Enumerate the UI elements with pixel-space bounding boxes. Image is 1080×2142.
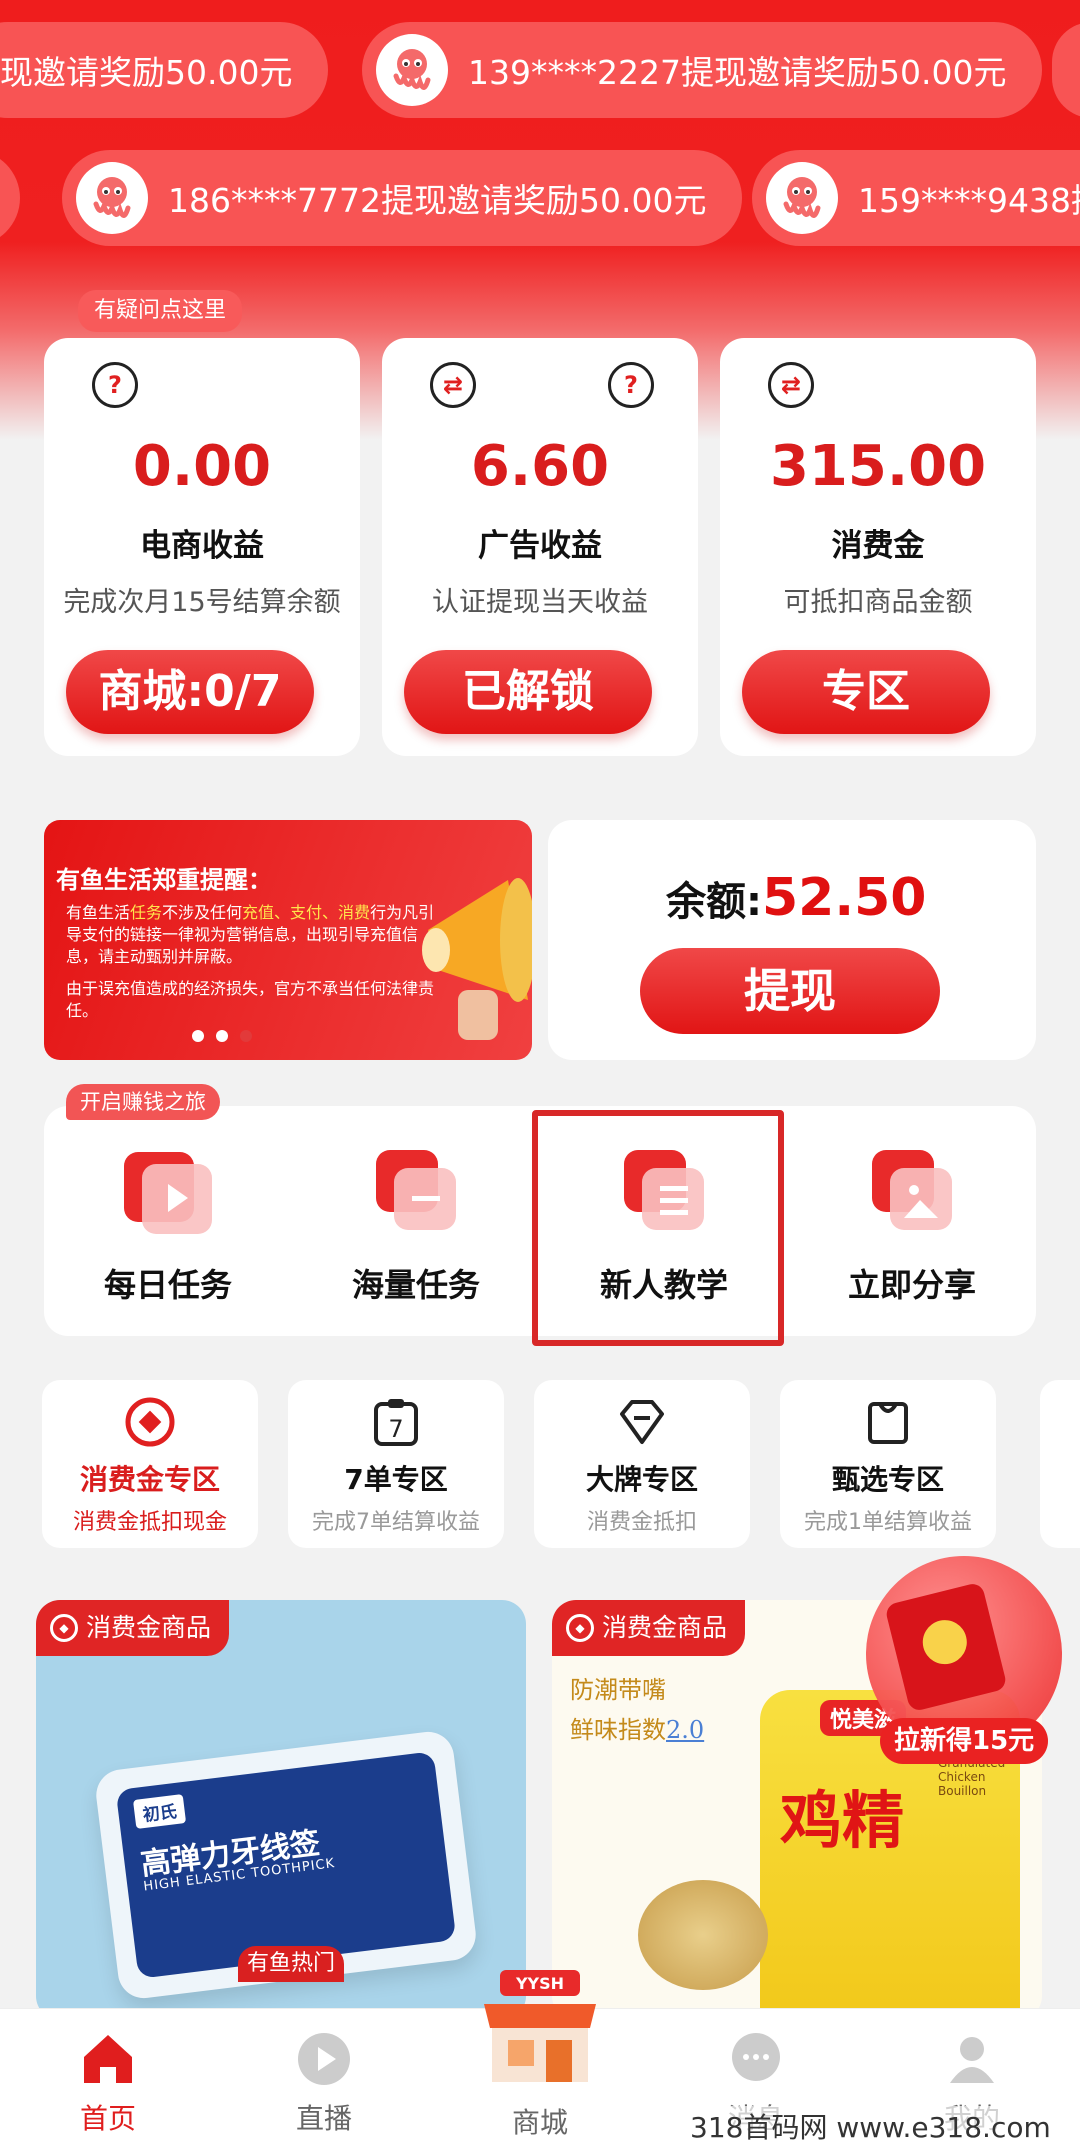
coin-icon: ◆ — [50, 1614, 78, 1642]
balance-card: 余额:52.50 提现 — [548, 820, 1036, 1060]
calendar-seven-icon: 7 — [370, 1396, 422, 1448]
balance-amount: 52.50 — [762, 868, 927, 928]
mall-storefront-icon[interactable]: YYSH — [474, 1964, 606, 2104]
product-brand: 初氏 — [132, 1794, 187, 1829]
ecommerce-earnings-card: ? 0.00 电商收益 完成次月15号结算余额 商城:0/7 — [44, 338, 360, 756]
zone-subtitle: 消费金抵扣现金 — [72, 1510, 227, 1535]
zone-consumption-gold[interactable]: 消费金专区 消费金抵扣现金 — [42, 1380, 258, 1548]
stat-title: 广告收益 — [478, 528, 602, 564]
coin-icon: ◆ — [566, 1614, 594, 1642]
image-icon — [868, 1146, 956, 1234]
question-icon[interactable]: ? — [608, 362, 654, 408]
tab-live[interactable]: 直播 — [254, 2029, 394, 2137]
hot-badge: 有鱼热门 — [238, 1946, 344, 1982]
tab-label: 商城 — [511, 2106, 568, 2139]
exchange-icon[interactable]: ⇄ — [768, 362, 814, 408]
mall-progress-button[interactable]: 商城:0/7 — [66, 650, 314, 734]
stat-subtitle: 可抵扣商品金额 — [783, 587, 973, 618]
zone-title: 甄选专区 — [831, 1463, 944, 1496]
product-name: 鸡精 — [780, 1784, 905, 1857]
stat-subtitle: 认证提现当天收益 — [432, 587, 648, 618]
ticker-text: 现邀请奖励50.00元 — [0, 53, 293, 92]
zone-subtitle: 完成1单结算收益 — [804, 1510, 972, 1535]
zone-big-brand[interactable]: 大牌专区 消费金抵扣 — [534, 1380, 750, 1548]
question-icon[interactable]: ? — [92, 362, 138, 408]
zone-subtitle: 完成7单结算收益 — [312, 1510, 480, 1535]
carousel-dot[interactable] — [216, 1030, 228, 1042]
notice-body: 有鱼生活任务不涉及任何充值、支付、消费行为凡引导支付的链接一律视为营销信息，出现… — [66, 903, 435, 1020]
ticker-item: 139****2227提现邀请奖励50.00元 — [362, 22, 1043, 118]
zone-seven-orders[interactable]: 7 7单专区 完成7单结算收益 — [288, 1380, 504, 1548]
megaphone-icon — [422, 878, 532, 1040]
home-icon — [78, 2029, 138, 2089]
ticker-item — [0, 150, 20, 246]
tab-home[interactable]: 首页 — [38, 2029, 178, 2137]
tab-label: 直播 — [295, 2102, 352, 2135]
svg-text:7: 7 — [388, 1415, 403, 1443]
highlight-annotation-box — [532, 1110, 784, 1346]
product-tag: ◆ 消费金商品 — [552, 1600, 746, 1656]
list-icon — [372, 1146, 460, 1234]
zone-next-partial[interactable] — [1040, 1380, 1080, 1548]
invite-ticker-row-1: 现邀请奖励50.00元 139****2227提现邀请奖励50.00元 — [0, 22, 1080, 118]
gift-label[interactable]: 拉新得15元 — [880, 1718, 1049, 1764]
stat-title: 消费金 — [831, 528, 925, 564]
octopus-avatar-icon — [376, 34, 448, 106]
octopus-avatar-icon — [76, 162, 148, 234]
site-watermark: 318首码网 www.e318.com — [690, 2106, 1051, 2142]
withdraw-button[interactable]: 提现 — [640, 948, 940, 1034]
consumption-gold-card: ⇄ 315.00 消费金 可抵扣商品金额 专区 — [720, 338, 1036, 756]
ad-earnings-card: ⇄ ? 6.60 广告收益 认证提现当天收益 已解锁 — [382, 338, 698, 756]
play-circle-icon — [294, 2029, 354, 2089]
ticker-text: 159****9438提 — [858, 181, 1080, 220]
exchange-icon[interactable]: ⇄ — [430, 362, 476, 408]
user-icon — [942, 2029, 1002, 2089]
chat-bubble-icon — [726, 2029, 786, 2089]
powder-image — [638, 1880, 768, 1990]
zone-title: 大牌专区 — [585, 1463, 698, 1496]
ticker-item: 186****7772提现邀请奖励50.00元 — [62, 150, 743, 246]
unlocked-button[interactable]: 已解锁 — [404, 650, 652, 734]
zone-title: 消费金专区 — [79, 1463, 220, 1496]
ticker-text: 139****2227提现邀请奖励50.00元 — [468, 53, 1007, 92]
ticker-item — [1052, 22, 1080, 118]
product-tag: ◆ 消费金商品 — [36, 1600, 230, 1656]
ticker-item: 159****9438提 — [752, 150, 1080, 246]
stat-value: 6.60 — [470, 434, 610, 499]
earn-journey-tag: 开启赚钱之旅 — [66, 1084, 220, 1120]
task-share[interactable]: 立即分享 — [788, 1146, 1036, 1306]
zone-title: 7单专区 — [344, 1463, 448, 1496]
product-slogan: 防潮带嘴 鲜味指数2.0 — [570, 1676, 705, 1744]
task-label: 立即分享 — [847, 1266, 976, 1304]
ticker-item: 现邀请奖励50.00元 — [0, 22, 329, 118]
notice-banner[interactable]: 有鱼生活郑重提醒： 有鱼生活任务不涉及任何充值、支付、消费行为凡引导支付的链接一… — [44, 820, 532, 1060]
help-tag[interactable]: 有疑问点这里 — [78, 290, 243, 332]
task-massive[interactable]: 海量任务 — [292, 1146, 540, 1306]
carousel-dot[interactable] — [240, 1030, 252, 1042]
ticker-text: 186****7772提现邀请奖励50.00元 — [168, 181, 707, 220]
stat-value: 0.00 — [132, 434, 272, 499]
shop-sign: YYSH — [515, 1974, 564, 1993]
coin-target-icon — [124, 1396, 176, 1448]
stat-title: 电商收益 — [140, 528, 264, 564]
diamond-icon — [616, 1396, 668, 1448]
zone-button[interactable]: 专区 — [742, 650, 990, 734]
stat-value: 315.00 — [769, 434, 987, 499]
task-label: 海量任务 — [351, 1266, 480, 1304]
play-icon — [124, 1146, 212, 1234]
invite-ticker-row-2: 186****7772提现邀请奖励50.00元 159****9438提 — [0, 150, 1080, 246]
octopus-avatar-icon — [766, 162, 838, 234]
balance-label: 余额:52.50 — [666, 868, 927, 928]
carousel-dot[interactable] — [192, 1030, 204, 1042]
task-daily[interactable]: 每日任务 — [44, 1146, 292, 1306]
shopping-bag-icon — [862, 1396, 914, 1448]
notice-title: 有鱼生活郑重提醒： — [56, 866, 272, 894]
stat-subtitle: 完成次月15号结算余额 — [63, 587, 341, 618]
task-label: 每日任务 — [103, 1266, 232, 1304]
zone-selected[interactable]: 甄选专区 完成1单结算收益 — [780, 1380, 996, 1548]
zone-subtitle: 消费金抵扣 — [586, 1510, 697, 1535]
tab-label: 首页 — [79, 2102, 136, 2135]
